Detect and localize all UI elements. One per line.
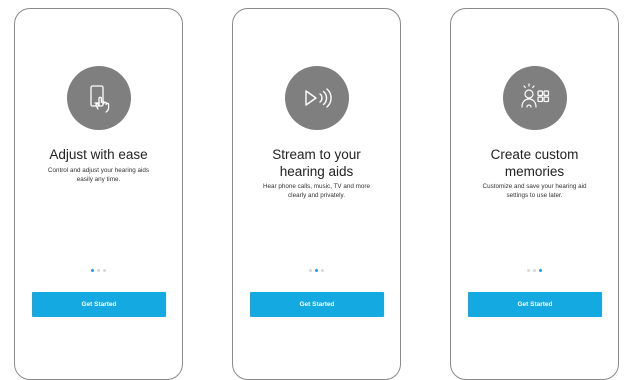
page-dot-1 (91, 269, 94, 272)
page-dot-3 (103, 269, 106, 272)
custom-memories-icon (503, 66, 567, 130)
screen-description: Control and adjust your hearing aids eas… (47, 167, 150, 183)
page-dot-2 (97, 269, 100, 272)
page-indicator (233, 269, 400, 272)
get-started-button[interactable]: Get Started (250, 292, 384, 317)
screen-description: Customize and save your hearing aid sett… (482, 183, 587, 199)
onboarding-screen-memories: Create custom memories Customize and sav… (450, 8, 619, 380)
screen-title: Create custom memories (490, 147, 579, 179)
phone-touch-icon (67, 66, 131, 130)
play-stream-icon (285, 66, 349, 130)
page-dot-3 (539, 269, 542, 272)
get-started-button[interactable]: Get Started (468, 292, 602, 317)
screen-description: Hear phone calls, music, TV and more cle… (263, 183, 370, 199)
page-indicator (15, 269, 182, 272)
page-dot-3 (321, 269, 324, 272)
page-dot-1 (309, 269, 312, 272)
page-dot-2 (315, 269, 318, 272)
page-dot-2 (533, 269, 536, 272)
onboarding-screen-stream: Stream to your hearing aids Hear phone c… (232, 8, 401, 380)
screen-title: Stream to your hearing aids (272, 147, 361, 179)
get-started-button[interactable]: Get Started (32, 292, 166, 317)
screen-title: Adjust with ease (49, 147, 148, 162)
page-dot-1 (527, 269, 530, 272)
onboarding-screen-adjust: Adjust with ease Control and adjust your… (14, 8, 183, 380)
page-indicator (451, 269, 618, 272)
